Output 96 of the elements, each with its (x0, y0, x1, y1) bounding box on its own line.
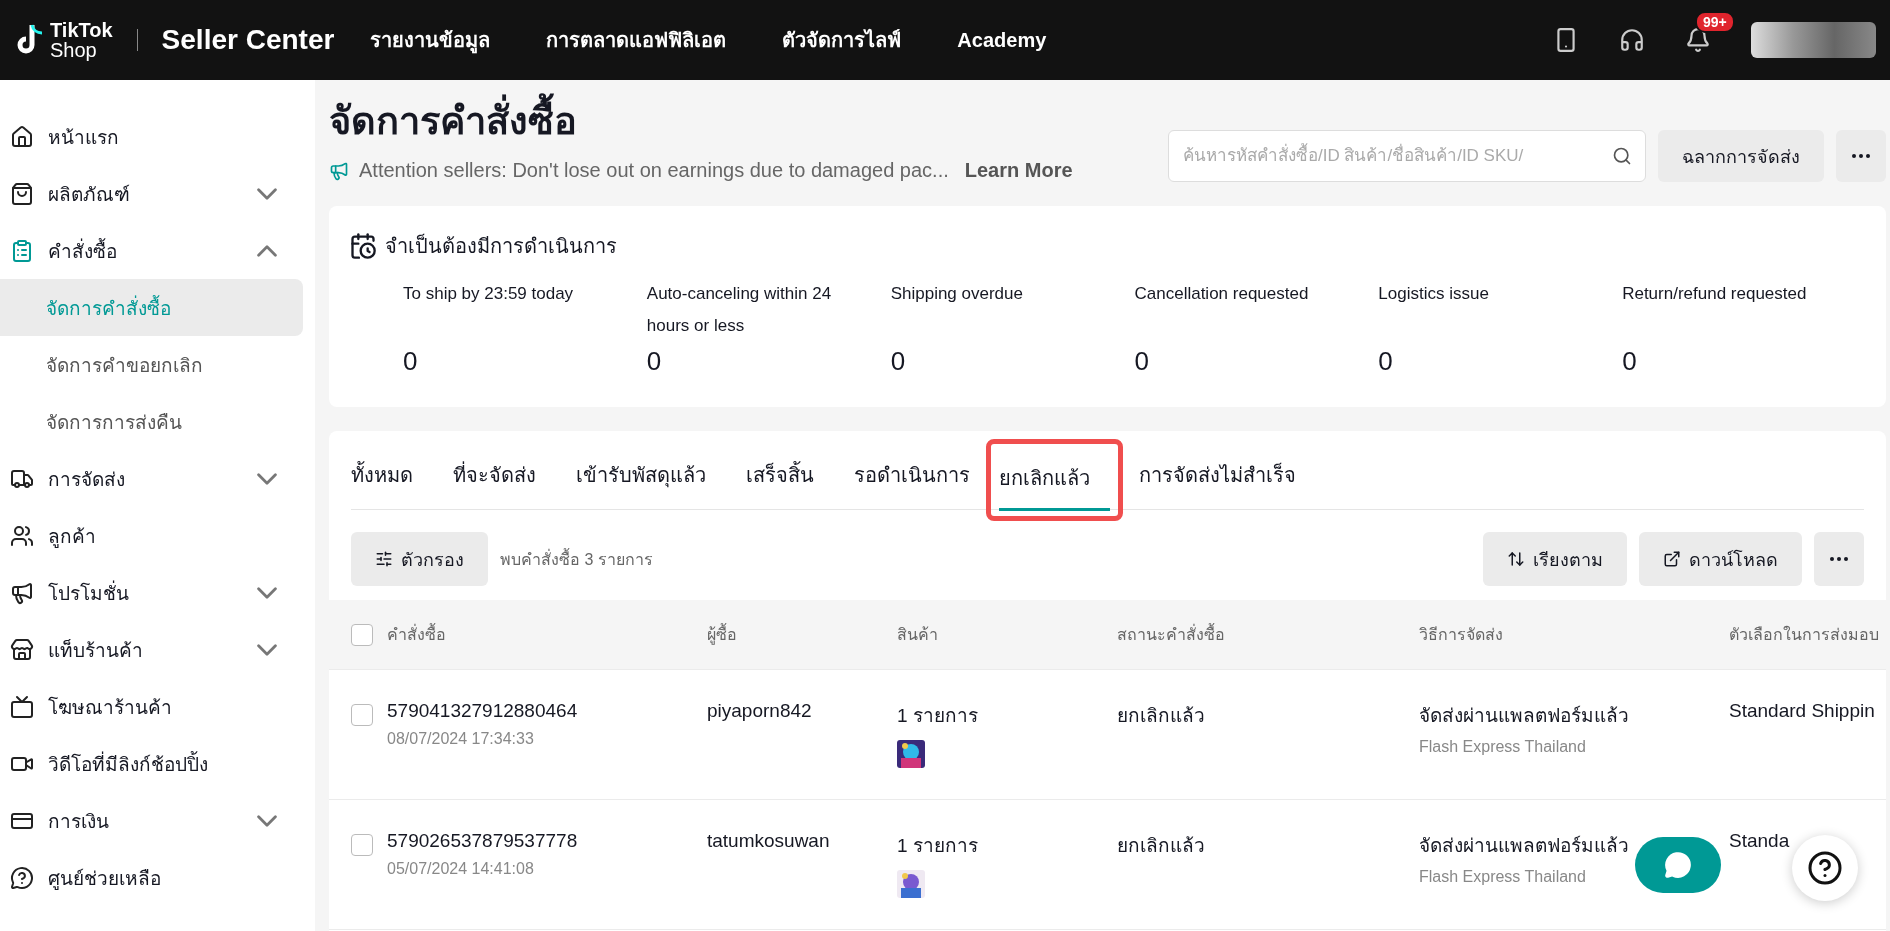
item-count: 1 รายการ (897, 704, 978, 728)
chat-icon (1664, 851, 1692, 879)
megaphone-icon (329, 160, 349, 181)
tab[interactable]: เข้ารับพัสดุแล้ว (556, 439, 726, 510)
tab[interactable]: ยกเลิกแล้ว (999, 444, 1110, 511)
checkbox[interactable] (351, 623, 373, 646)
search-icon (1612, 146, 1632, 166)
sidebar-subitem[interactable]: จัดการการส่งคืน (0, 393, 303, 450)
stat-value: 0 (890, 346, 907, 377)
ellipsis-icon (1830, 557, 1848, 561)
tab[interactable]: ทั้งหมด (351, 439, 433, 510)
delivery-option: Standard Shippin (1729, 700, 1886, 722)
sidebar-item[interactable]: การเงิน (0, 792, 303, 849)
buyer-name: piyaporn842 (707, 700, 813, 722)
stat-label: Cancellation requested (1134, 283, 1310, 305)
home-icon (10, 124, 34, 149)
nav-link[interactable]: Academy (957, 28, 1047, 52)
checkbox[interactable] (351, 704, 373, 726)
order-date: 05/07/2024 14:41:08 (387, 860, 534, 878)
column-header: วิธีการจัดส่ง (1419, 625, 1504, 645)
download-button[interactable]: ดาวน์โหลด (1639, 532, 1802, 586)
delivery-option: Standa (1729, 830, 1886, 852)
sidebar-item[interactable]: ลูกค้า (0, 507, 303, 564)
bell-icon[interactable] (1685, 27, 1711, 53)
sliders-icon (375, 550, 393, 568)
page-title: จัดการคำสั่งซื้อ (329, 90, 1156, 151)
column-header: คำสั่งซื้อ (387, 622, 707, 647)
export-icon (1663, 550, 1681, 568)
stat-label: Shipping overdue (890, 283, 1024, 305)
logo-text: TikTok (50, 20, 113, 40)
sort-icon (1507, 550, 1525, 568)
product-title: Seller Center (161, 24, 335, 56)
megaphone-icon (10, 580, 34, 605)
stat-label: To ship by 23:59 today (403, 283, 575, 305)
carrier-name: Flash Express Thailand (1419, 738, 1586, 756)
filter-button[interactable]: ตัวกรอง (351, 532, 488, 586)
order-status: ยกเลิกแล้ว (1117, 704, 1206, 728)
nav-link[interactable]: รายงานข้อมูล (370, 24, 491, 56)
stat-value: 0 (1622, 346, 1638, 377)
sidebar-item[interactable]: หน้าแรก (0, 108, 303, 165)
buyer-name: tatumkosuwan (707, 830, 831, 852)
shipping-label-button[interactable]: ฉลากการจัดส่ง (1658, 130, 1824, 182)
sidebar-subitem[interactable]: จัดการคำขอยกเลิก (0, 336, 303, 393)
stat-value: 0 (646, 346, 663, 377)
tab[interactable]: การจัดส่งไม่สำเร็จ (1119, 439, 1316, 510)
ellipsis-icon (1852, 154, 1870, 158)
sidebar-item[interactable]: วิดีโอที่มีลิงก์ช้อปปิ้ง (0, 735, 303, 792)
nav-link[interactable]: การตลาดแอฟฟิลิเอต (546, 24, 727, 56)
order-id: 579026537879537778 (387, 830, 578, 852)
shipping-method: จัดส่งผ่านแพลตฟอร์มแล้ว (1419, 704, 1629, 728)
card-title: จำเป็นต้องมีการดำเนินการ (385, 232, 617, 259)
shop-icon (10, 637, 34, 662)
search-field[interactable]: ค้นหารหัสคำสั่งซื้อ/ID สินค้า/ชื่อสินค้า/ID SKU/ (1168, 130, 1646, 182)
users-icon (10, 523, 34, 548)
sidebar-item[interactable]: โปรโมชั่น (0, 564, 303, 621)
shipping-method: จัดส่งผ่านแพลตฟอร์มแล้ว (1419, 834, 1629, 858)
avatar[interactable] (1751, 22, 1876, 58)
order-count: พบคำสั่งซื้อ 3 รายการ (500, 547, 654, 570)
stat-label: Auto-canceling within 24 hours or less (646, 283, 833, 337)
sidebar-item[interactable]: คำสั่งซื้อ (0, 222, 303, 279)
tab[interactable]: เสร็จสิ้น (726, 439, 834, 510)
column-header: ผู้ซื้อ (707, 622, 897, 647)
sort-button[interactable]: เรียงตาม (1483, 532, 1627, 586)
sidebar-item[interactable]: ผลิตภัณฑ์ (0, 165, 303, 222)
column-header: สถานะคำสั่งซื้อ (1117, 622, 1419, 647)
calendar-icon (349, 232, 377, 260)
logo-text: Shop (50, 40, 98, 60)
stat-value: 0 (1378, 346, 1394, 377)
stat-label: Logistics issue (1378, 283, 1490, 305)
order-status: ยกเลิกแล้ว (1117, 834, 1206, 858)
stat-value: 0 (403, 346, 419, 377)
column-header: ตัวเลือกในการส่งมอบ (1729, 624, 1880, 645)
sidebar-item[interactable]: การจัดส่ง (0, 450, 303, 507)
sidebar-item[interactable]: ศูนย์ช่วยเหลือ (0, 849, 303, 906)
stat-label: Return/refund requested (1622, 283, 1808, 305)
ad-icon (10, 694, 34, 719)
clipboard-icon (10, 238, 34, 263)
sidebar-item[interactable]: โฆษณาร้านค้า (0, 678, 303, 735)
help-icon (10, 865, 34, 890)
help-icon (1807, 850, 1843, 886)
stat-value: 0 (1134, 346, 1150, 377)
nav-link[interactable]: ตัวจัดการไลฟ์ (782, 24, 902, 56)
tab[interactable]: ที่จะจัดส่ง (433, 439, 556, 510)
checkbox[interactable] (351, 834, 373, 856)
order-id: 579041327912880464 (387, 700, 578, 722)
notice-text: Attention sellers: Don't lose out on earnings due to damaged pac... (359, 159, 949, 182)
learn-more-link[interactable]: Learn More (964, 159, 1073, 182)
order-date: 08/07/2024 17:34:33 (387, 730, 534, 748)
tab[interactable]: รอดำเนินการ (834, 439, 990, 510)
notification-badge: 99+ (1695, 11, 1735, 33)
column-header: สินค้า (897, 625, 939, 645)
carrier-name: Flash Express Thailand (1419, 868, 1586, 886)
bag-icon (10, 181, 34, 206)
headset-icon[interactable] (1619, 27, 1645, 53)
sidebar-item[interactable]: แท็บร้านค้า (0, 621, 303, 678)
item-count: 1 รายการ (897, 834, 978, 858)
